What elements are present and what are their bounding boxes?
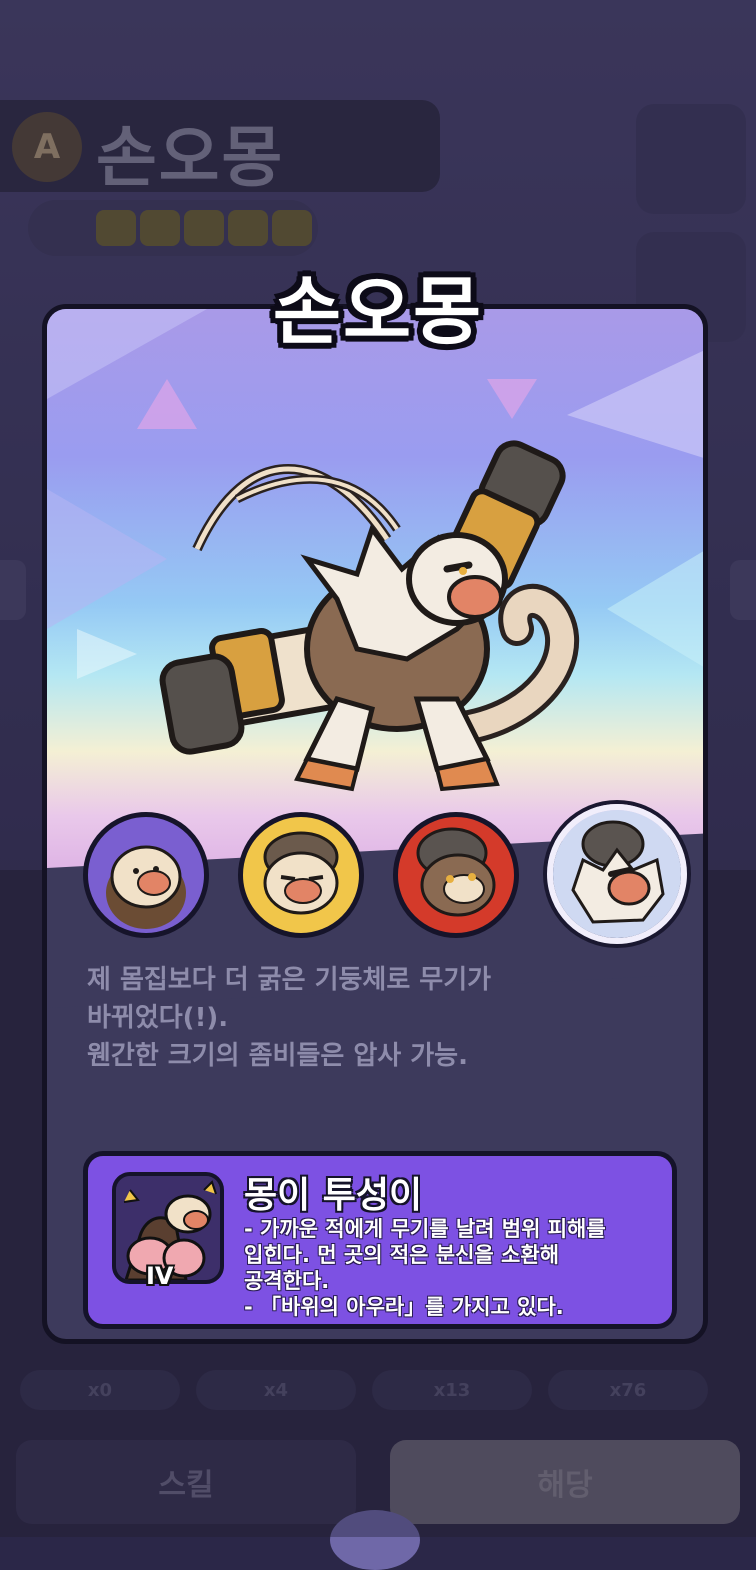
skill-level-label: IV — [146, 1262, 174, 1290]
form-3-portrait[interactable] — [393, 812, 519, 938]
skill-line: 공격한다. — [244, 1269, 330, 1293]
character-title: 손오몽 — [272, 269, 484, 355]
description-line: 웬간한 크기의 좀비들은 압사 가능. — [87, 1041, 468, 1071]
skill-box[interactable]: IV 몽이 투성이 - 가까운 적에게 무기를 날려 범위 피해를 입힌다. 먼… — [83, 1151, 677, 1329]
description-line: 제 몸집보다 더 굵은 기둥체로 무기가 — [87, 965, 492, 995]
form-1-portrait[interactable] — [83, 812, 209, 938]
character-description: 제 몸집보다 더 굵은 기둥체로 무기가 바뀌었다(!). 웬간한 크기의 좀비… — [87, 961, 647, 1075]
skill-name: 몽이 투성이 — [244, 1175, 423, 1216]
monkey-face-icon — [553, 810, 681, 938]
description-line: 바뀌었다(!). — [87, 1003, 229, 1033]
skill-line: 입힌다. 먼 곳의 적은 분신을 소환해 — [244, 1243, 560, 1267]
monkey-face-icon — [416, 827, 496, 917]
monkey-king-illustration — [159, 440, 579, 792]
form-selector — [83, 804, 693, 944]
monkey-face-icon — [106, 845, 186, 929]
character-card: 제 몸집보다 더 굵은 기둥체로 무기가 바뀌었다(!). 웬간한 크기의 좀비… — [42, 304, 708, 1344]
skill-line: - 가까운 적에게 무기를 날려 범위 피해를 — [244, 1217, 606, 1241]
skill-line: - 「바위의 아우라」를 가지고 있다. — [244, 1295, 564, 1319]
skill-description: - 가까운 적에게 무기를 날려 범위 피해를 입힌다. 먼 곳의 적은 분신을… — [244, 1216, 664, 1320]
form-2-portrait[interactable] — [238, 812, 364, 938]
form-4-portrait-selected[interactable] — [547, 804, 687, 944]
monkey-face-icon — [263, 831, 339, 915]
